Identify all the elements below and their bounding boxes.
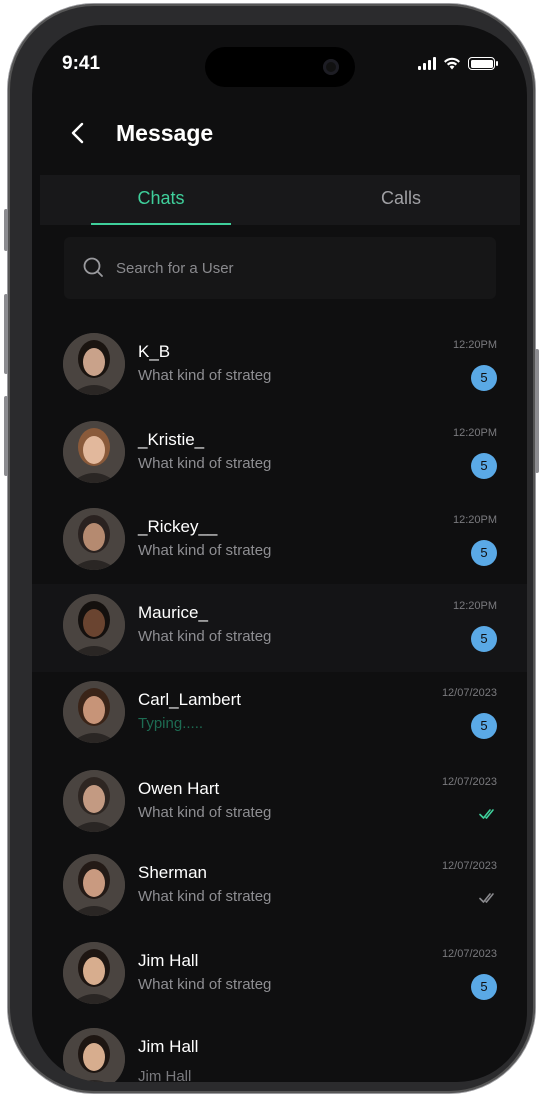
contact-name: Sherman bbox=[138, 863, 207, 882]
avatar bbox=[63, 508, 125, 570]
message-preview: What kind of strateg bbox=[138, 367, 272, 384]
avatar bbox=[63, 942, 125, 1004]
unread-count-badge: 5 bbox=[471, 626, 497, 652]
contact-name: Carl_Lambert bbox=[138, 690, 241, 709]
delivered-check-icon bbox=[479, 893, 494, 903]
contact-name: _Kristie_ bbox=[138, 430, 205, 449]
contact-name: Maurice_ bbox=[138, 603, 208, 622]
avatar bbox=[63, 854, 125, 916]
status-time: 9:41 bbox=[62, 53, 101, 74]
chat-list-item[interactable]: _Kristie_ What kind of strateg 12:20PM 5 bbox=[32, 411, 527, 499]
contact-name: Jim Hall bbox=[138, 951, 199, 970]
tab-calls[interactable]: Calls bbox=[331, 175, 471, 225]
tab-chats[interactable]: Chats bbox=[91, 175, 231, 225]
volume-down-button bbox=[4, 396, 8, 476]
unread-count-badge: 5 bbox=[471, 453, 497, 479]
avatar bbox=[63, 594, 125, 656]
chat-list-item[interactable]: Carl_Lambert Typing..... 12/07/2023 5 bbox=[32, 671, 527, 759]
power-button bbox=[535, 349, 539, 473]
message-time: 12:20PM bbox=[452, 514, 497, 526]
typing-indicator: Typing..... bbox=[138, 715, 204, 732]
search-bar bbox=[64, 237, 496, 299]
avatar bbox=[63, 333, 125, 395]
phone-frame: 9:41 Message Chats Calls Search for a Us… bbox=[4, 4, 539, 1093]
camera-icon bbox=[323, 59, 339, 75]
mute-switch bbox=[4, 209, 8, 251]
search-icon bbox=[83, 257, 103, 277]
tab-bar: Chats Calls bbox=[40, 175, 520, 225]
page-title: Message bbox=[116, 120, 214, 146]
chat-list-item[interactable]: Jim Hall What kind of strateg 12/07/2023 5 bbox=[32, 932, 527, 1020]
contact-name: Jim Hall bbox=[138, 1037, 199, 1056]
message-preview: What kind of strateg bbox=[138, 542, 272, 559]
message-time: 12/07/2023 bbox=[441, 948, 497, 960]
chat-list-item[interactable]: Sherman What kind of strateg 12/07/2023 bbox=[32, 844, 527, 932]
chat-list-item[interactable]: _Rickey__ What kind of strateg 12:20PM 5 bbox=[32, 498, 527, 586]
message-preview: What kind of strateg bbox=[138, 804, 272, 821]
avatar bbox=[63, 1028, 125, 1082]
back-arrow-icon[interactable] bbox=[66, 118, 90, 148]
chat-list-item[interactable]: Jim Hall Jim Hall bbox=[32, 1018, 527, 1082]
avatar bbox=[63, 681, 125, 743]
battery-icon bbox=[468, 57, 498, 70]
unread-count-badge: 5 bbox=[471, 365, 497, 391]
contact-name: Owen Hart bbox=[138, 779, 220, 798]
message-time: 12/07/2023 bbox=[441, 776, 497, 788]
message-preview: What kind of strateg bbox=[138, 888, 272, 905]
avatar bbox=[63, 770, 125, 832]
header: Message bbox=[32, 108, 527, 158]
message-time: 12/07/2023 bbox=[441, 687, 497, 699]
chat-list-item[interactable]: Maurice_ What kind of strateg 12:20PM 5 bbox=[32, 584, 527, 672]
search-input[interactable] bbox=[114, 251, 474, 285]
avatar bbox=[63, 421, 125, 483]
volume-up-button bbox=[4, 294, 8, 374]
contact-name: _Rickey__ bbox=[138, 517, 218, 536]
message-time: 12:20PM bbox=[452, 339, 497, 351]
message-time: 12/07/2023 bbox=[441, 860, 497, 872]
message-preview: Jim Hall bbox=[138, 1068, 192, 1082]
chat-list-item[interactable]: K_B What kind of strateg 12:20PM 5 bbox=[32, 323, 527, 411]
screen: 9:41 Message Chats Calls Search for a Us… bbox=[32, 25, 527, 1082]
dynamic-island bbox=[205, 47, 355, 87]
message-time: 12:20PM bbox=[452, 600, 497, 612]
status-icons bbox=[418, 57, 498, 70]
cellular-signal-icon bbox=[418, 57, 436, 70]
wifi-icon bbox=[444, 57, 460, 70]
message-preview: What kind of strateg bbox=[138, 976, 272, 993]
unread-count-badge: 5 bbox=[471, 713, 497, 739]
contact-name: K_B bbox=[138, 342, 171, 361]
message-preview: What kind of strateg bbox=[138, 455, 272, 472]
read-receipt-icon bbox=[479, 809, 494, 819]
unread-count-badge: 5 bbox=[471, 974, 497, 1000]
message-time: 12:20PM bbox=[452, 427, 497, 439]
message-preview: What kind of strateg bbox=[138, 628, 272, 645]
unread-count-badge: 5 bbox=[471, 540, 497, 566]
chat-list-item[interactable]: Owen Hart What kind of strateg 12/07/2023 bbox=[32, 760, 527, 848]
